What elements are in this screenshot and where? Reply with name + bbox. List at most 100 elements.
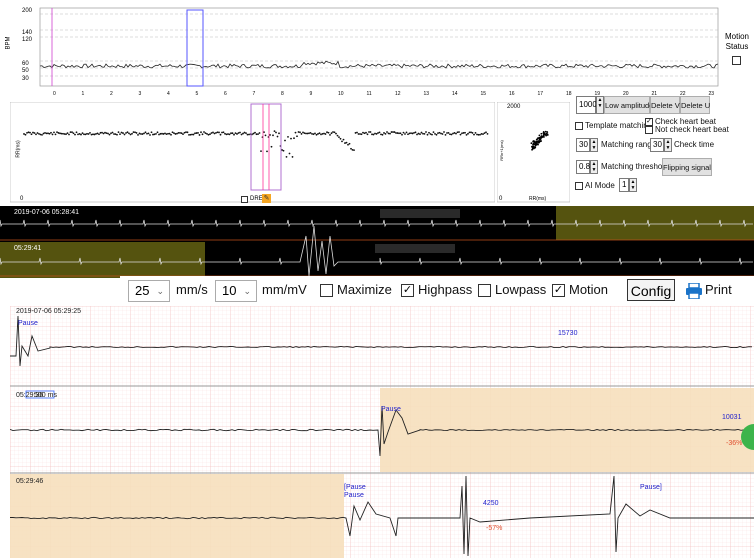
trend-ylabel: BPM (5, 36, 12, 50)
not-check-heart-beat-radio[interactable] (645, 126, 653, 134)
flipping-signal-button[interactable]: Flipping signal (662, 158, 712, 176)
rr-ylabel: RR(ms) (15, 140, 22, 158)
ai-mode-label: AI Mode (585, 181, 615, 190)
row3-rr-value: 4250 (483, 500, 499, 507)
matching-range-input[interactable]: 30 (576, 138, 590, 152)
highpass-checkbox[interactable]: ✓ (401, 284, 414, 297)
poincare-scatter[interactable]: 2000 RRn+1(ms) 0 RR(ms) (496, 101, 571, 206)
config-button[interactable]: Config (627, 279, 675, 301)
check-time-spinner[interactable]: ▲ ▼ (664, 138, 672, 152)
overview-strips[interactable]: 2019-07-06 05:28:41 05:29:41 (0, 206, 754, 278)
lowpass-checkbox[interactable] (478, 284, 491, 297)
lowpass-label: Lowpass (495, 282, 547, 297)
trend-xtick: 14 (452, 91, 458, 97)
chevron-down-icon: ⌄ (243, 286, 251, 296)
row1-timestamp: 2019-07-06 05:29:25 (16, 308, 81, 315)
scatter-ylabel: RRn+1(ms) (498, 140, 504, 161)
printer-icon[interactable] (685, 282, 703, 300)
low-amplitude-button[interactable]: Low amplitude (604, 96, 653, 114)
matching-range-label: Matching range (601, 140, 657, 149)
delete-u-button[interactable]: Delete U (680, 96, 710, 114)
row3-timestamp: 05:29:46 (16, 478, 44, 485)
rr-tachogram[interactable] (9, 101, 496, 206)
analysis-controls: 1000 ▲ ▼ Low amplitude Delete V Delete U … (572, 94, 754, 206)
ytick-120: 120 (22, 37, 33, 43)
motion-checkbox[interactable]: ✓ (552, 284, 565, 297)
check-time-input[interactable]: 30 (650, 138, 664, 152)
row2-rr-value: 10031 (722, 414, 742, 421)
speed-value: 25 (135, 283, 150, 298)
motion-status-checkbox[interactable] (732, 56, 741, 65)
rr-xstart: 0 (20, 196, 24, 202)
rr-panel[interactable]: RR(ms) 0 DRE ✎ (9, 101, 496, 206)
ytick-30: 30 (22, 76, 29, 82)
ai-mode-spinner[interactable]: ▲ ▼ (629, 178, 637, 192)
row3-pct: -57% (486, 525, 503, 532)
trend-xtick: 0 (53, 91, 56, 97)
trend-xtick: 10 (338, 91, 344, 97)
trend-xtick: 5 (196, 91, 199, 97)
ytick-60: 60 (22, 61, 29, 67)
gain-value: 10 (222, 283, 237, 298)
strip1-timestamp: 2019-07-06 05:28:41 (14, 209, 79, 216)
display-toolbar: 25 ⌄ mm/s 10 ⌄ mm/mV Maximize ✓ Highpass L… (120, 276, 754, 306)
trend-xtick: 12 (395, 91, 401, 97)
ytick-50: 50 (22, 68, 29, 74)
row2-scale-label: 500 ms (34, 392, 57, 399)
amplitude-spinner[interactable]: ▲ ▼ (596, 96, 604, 114)
ytick-200: 200 (22, 8, 33, 14)
hr-trend-chart[interactable]: 0 1 2 3 4 5 6 7 8 9 10 11 12 13 14 15 16 17 18 19 20 21 22 23 (0, 0, 754, 100)
trend-xtick: 17 (538, 91, 544, 97)
motion-label: Motion (569, 282, 609, 297)
strip2-timestamp: 05:29:41 (14, 245, 42, 252)
check-heart-beat-radio[interactable]: ✓ (645, 118, 653, 126)
chevron-down-icon: ⌄ (156, 286, 164, 296)
row3-pause-c: Pause] (640, 484, 662, 491)
trend-xtick: 11 (367, 91, 372, 97)
gain-select[interactable]: 10 ⌄ (215, 280, 257, 302)
hr-trend-panel[interactable]: 0 1 2 3 4 5 6 7 8 9 10 11 12 13 14 15 16 17 18 19 20 21 22 23 B… (0, 0, 754, 100)
matching-range-spinner[interactable]: ▲ ▼ (590, 138, 598, 152)
ai-mode-input[interactable]: 1 (619, 178, 629, 192)
trend-xtick: 4 (167, 91, 170, 97)
scatter-xlabel: RR(ms) (529, 196, 547, 202)
scatter-origin: 0 (499, 196, 503, 202)
trend-xtick: 15 (481, 91, 487, 97)
row1-rr-value: 15730 (558, 330, 578, 337)
trend-xtick: 18 (566, 91, 572, 97)
dre-checkbox[interactable] (241, 196, 248, 203)
template-matching-label: Template matching (585, 121, 653, 130)
row2-pct: -36% (726, 440, 743, 447)
template-matching-checkbox[interactable] (575, 122, 583, 130)
print-button[interactable]: Print (705, 282, 732, 297)
matching-threshold-spinner[interactable]: ▲ ▼ (590, 160, 598, 174)
trend-xtick: 3 (139, 91, 142, 97)
trend-xtick: 16 (509, 91, 515, 97)
matching-threshold-label: Matching threshold (601, 162, 669, 171)
check-time-label: Check time (674, 140, 715, 149)
row2-pause-label: Pause (381, 406, 401, 413)
pencil-icon[interactable]: ✎ (262, 194, 271, 203)
row3-pause-b: Pause (344, 492, 364, 499)
trend-xtick: 13 (424, 91, 430, 97)
amplitude-input[interactable]: 1000 (576, 96, 597, 114)
trend-xtick: 7 (253, 91, 256, 97)
trend-xtick: 1 (82, 91, 85, 97)
highpass-label: Highpass (418, 282, 473, 297)
delete-v-button[interactable]: Delete V (650, 96, 680, 114)
ai-mode-checkbox[interactable] (575, 182, 583, 190)
trend-xtick: 8 (281, 91, 284, 97)
scatter-ytop: 2000 (507, 104, 521, 110)
trend-xtick: 9 (310, 91, 313, 97)
speed-select[interactable]: 25 ⌄ (128, 280, 170, 302)
maximize-label: Maximize (337, 282, 392, 297)
not-check-heart-beat-label: Not check heart beat (655, 125, 729, 134)
row1-pause-label: Pause (18, 320, 38, 327)
motion-status-label: Motion Status (724, 32, 749, 51)
trend-xtick: 2 (110, 91, 113, 97)
matching-threshold-input[interactable]: 0.8 (576, 160, 590, 174)
ytick-140: 140 (22, 30, 33, 36)
row3-pause-a: [Pause (344, 484, 366, 491)
ecg-detail-view[interactable]: 2019-07-06 05:29:25 Pause 15730 05:29:36… (10, 306, 754, 558)
maximize-checkbox[interactable] (320, 284, 333, 297)
